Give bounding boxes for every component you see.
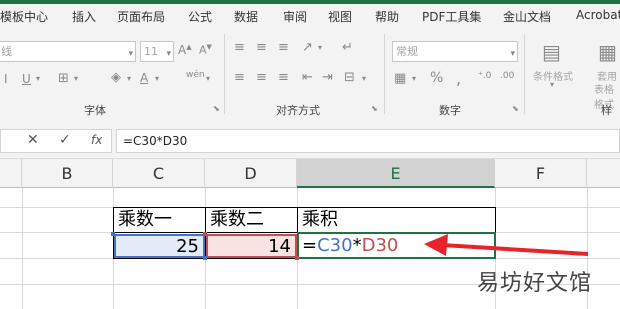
selection-handle[interactable] [203, 232, 207, 236]
column-header-d[interactable]: D [205, 159, 297, 188]
increase-font-icon[interactable]: A▲ [178, 43, 192, 57]
font-size-box[interactable]: 11 ▾ [140, 41, 174, 62]
group-separator [384, 34, 385, 114]
align-right-icon[interactable]: ≡ [278, 70, 289, 85]
chevron-down-icon[interactable]: ▾ [362, 74, 366, 83]
column-header-partial[interactable] [0, 159, 22, 188]
decrease-font-icon[interactable]: A▼ [199, 43, 212, 57]
increase-indent-icon[interactable]: ⇥ [322, 70, 333, 85]
close-icon[interactable]: ✕ [27, 132, 39, 148]
chevron-down-icon[interactable]: ▾ [155, 74, 159, 83]
column-header-f[interactable]: F [495, 159, 587, 188]
underline-icon[interactable]: U [22, 72, 31, 86]
tab-help[interactable]: 帮助 [375, 8, 399, 25]
percent-icon[interactable]: % [430, 70, 443, 86]
number-dialog-launcher-icon[interactable]: ⬊ [512, 104, 519, 113]
decrease-decimal-icon[interactable]: .00 [500, 71, 514, 81]
group-separator [224, 34, 225, 114]
cell-e29[interactable]: 乘积 [297, 207, 496, 233]
number-format-value: 常规 [396, 45, 418, 58]
tab-review[interactable]: 审阅 [283, 8, 307, 25]
comma-style-icon[interactable]: , [456, 69, 461, 88]
chevron-down-icon: ▾ [166, 49, 171, 59]
decrease-indent-icon[interactable]: ⇤ [302, 70, 313, 85]
chevron-down-icon: ▾ [510, 49, 515, 59]
chevron-down-icon[interactable]: ▾ [74, 74, 78, 83]
tab-formulas[interactable]: 公式 [188, 8, 212, 25]
number-format-box[interactable]: 常规 ▾ [392, 41, 518, 62]
cell-d30[interactable]: 14 [206, 234, 297, 258]
font-group-label: 字体 [84, 104, 106, 117]
align-left-icon[interactable]: ≡ [234, 70, 245, 85]
align-center-icon[interactable]: ≡ [256, 70, 267, 85]
format-as-table-icon[interactable]: ▦ [598, 40, 617, 64]
phonetic-icon[interactable]: wén [186, 70, 205, 80]
column-header-b[interactable]: B [22, 159, 113, 188]
chevron-down-icon: ▾ [128, 49, 133, 59]
conditional-format-icon[interactable]: ▤ [542, 40, 561, 64]
accounting-format-icon[interactable]: ▦ [394, 71, 406, 86]
tab-pdf-tools[interactable]: PDF工具集 [422, 8, 481, 25]
increase-decimal-icon[interactable]: ⁺.0 [478, 71, 491, 81]
tab-template-center[interactable]: 模板中心 [0, 8, 48, 25]
cell-d29[interactable]: 乘数二 [205, 207, 298, 233]
tab-insert[interactable]: 插入 [72, 8, 96, 25]
fill-color-icon[interactable]: ◈ [111, 70, 121, 85]
italic-icon[interactable]: I [4, 72, 8, 86]
chevron-down-icon[interactable]: ▾ [36, 74, 40, 83]
chevron-down-icon[interactable]: ▾ [318, 43, 322, 52]
insert-function-icon[interactable]: fx [91, 133, 102, 147]
chevron-down-icon[interactable]: ▾ [412, 74, 416, 83]
align-top-icon[interactable]: ≡ [234, 40, 245, 55]
column-header-c[interactable]: C [113, 159, 205, 188]
align-bottom-icon[interactable]: ≡ [278, 40, 289, 55]
orientation-icon[interactable]: ↗ [302, 40, 313, 55]
column-header-e[interactable]: E [297, 159, 495, 188]
cell-c29[interactable]: 乘数一 [113, 207, 206, 233]
group-separator [524, 34, 525, 114]
chevron-down-icon[interactable]: ▾ [127, 74, 131, 83]
font-name-box[interactable]: 线 ▾ [0, 41, 136, 62]
cell-c30[interactable]: 25 [114, 234, 205, 258]
column-headers: B C D E F [0, 158, 620, 188]
formula-buttons: ✕ ✓ fx [0, 129, 112, 153]
tab-acrobat[interactable]: Acrobat [576, 8, 620, 22]
tab-kingsoft-docs[interactable]: 金山文档 [503, 8, 551, 25]
check-icon[interactable]: ✓ [59, 132, 71, 148]
font-size-value: 11 [144, 45, 158, 58]
watermark: 易坊好文馆 [476, 271, 592, 296]
border-icon[interactable]: ⊞ [58, 71, 69, 86]
font-dialog-launcher-icon[interactable]: ⬊ [213, 104, 220, 113]
align-middle-icon[interactable]: ≡ [256, 40, 267, 55]
selection-handle[interactable] [111, 232, 115, 236]
font-name-value: 线 [1, 45, 12, 58]
ribbon-tabs: 模板中心 插入 页面布局 公式 数据 审阅 视图 帮助 PDF工具集 金山文档 … [0, 4, 620, 28]
formula-ref-c30: C30 [317, 235, 353, 256]
formula-ref-d30: D30 [361, 235, 399, 256]
formula-input[interactable]: =C30*D30 [116, 129, 620, 153]
formula-equals: = [302, 235, 318, 256]
formula-operator: * [352, 235, 362, 256]
annotation-arrow [424, 234, 589, 256]
alignment-dialog-launcher-icon[interactable]: ⬊ [371, 104, 378, 113]
ribbon: 线 ▾ 11 ▾ A▲ A▼ I U ▾ ⊞ ▾ ◈ ▾ A ▾ wén ▾ 字… [0, 28, 620, 133]
number-group-label: 数字 [439, 104, 461, 117]
selection-handle[interactable] [295, 256, 299, 260]
font-color-icon[interactable]: A [140, 71, 148, 85]
tab-view[interactable]: 视图 [328, 8, 352, 25]
chevron-down-icon: ▾ [550, 80, 555, 89]
wrap-text-icon[interactable]: ↵ [342, 40, 353, 55]
column-header-partial[interactable] [587, 159, 620, 188]
tab-page-layout[interactable]: 页面布局 [117, 8, 165, 25]
chevron-down-icon[interactable]: ▾ [206, 74, 210, 83]
alignment-group-label: 对齐方式 [276, 104, 320, 117]
col-line [22, 188, 23, 309]
merge-center-icon[interactable]: ⊟ [344, 70, 355, 85]
selection-handle[interactable] [203, 256, 207, 260]
tab-data[interactable]: 数据 [234, 8, 258, 25]
